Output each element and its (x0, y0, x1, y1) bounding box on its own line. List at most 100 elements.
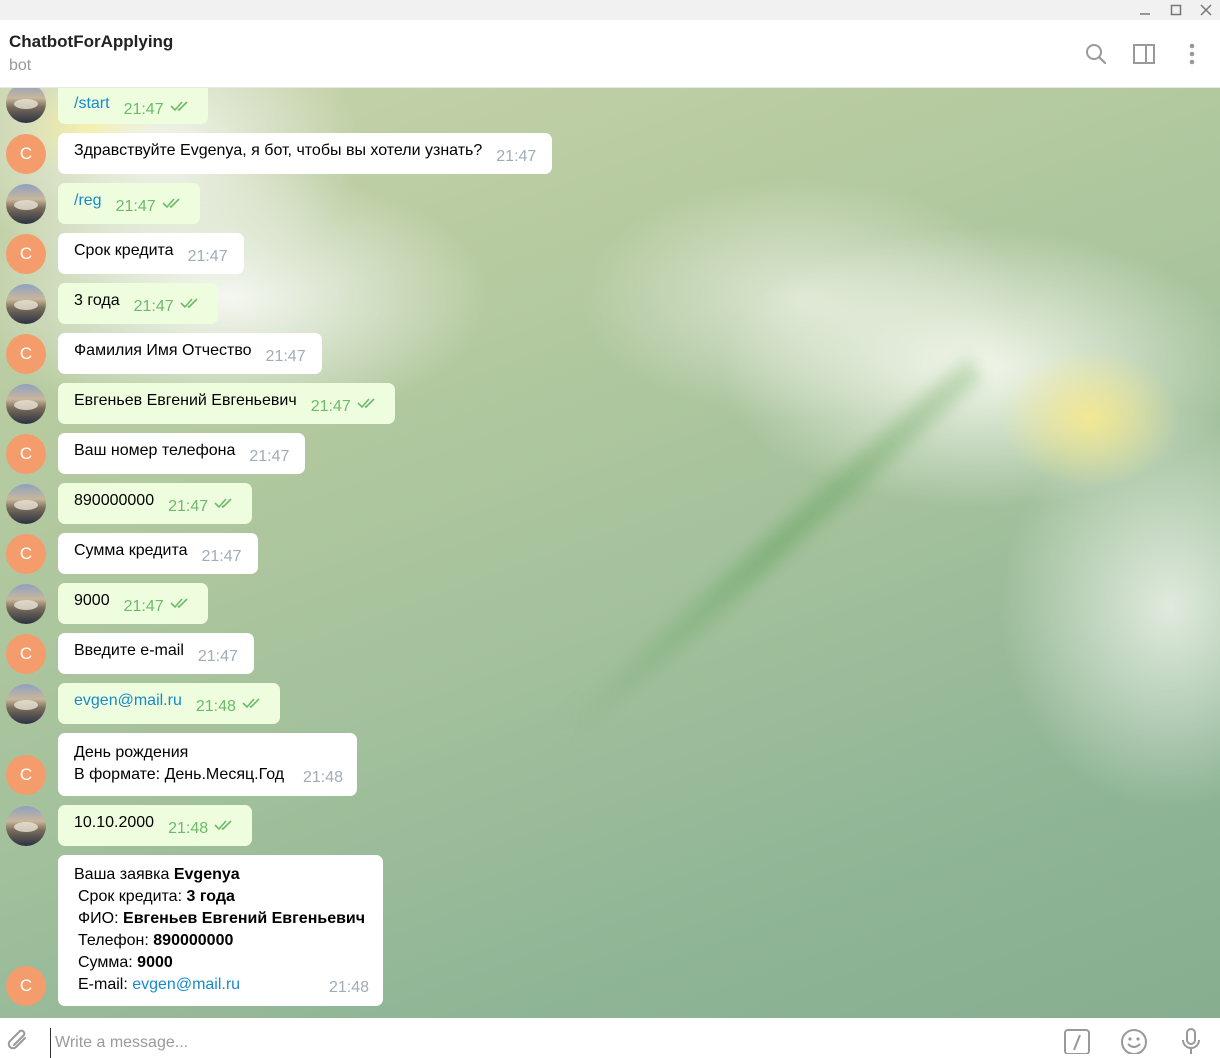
user-avatar[interactable] (6, 284, 46, 324)
message-text[interactable]: /start (74, 95, 110, 112)
emoji-icon[interactable] (1119, 1028, 1149, 1058)
message-time: 21:48 (195, 698, 236, 716)
message-outgoing[interactable]: 10.10.2000 21:48 (58, 805, 253, 846)
message-time: 21:48 (328, 979, 369, 996)
search-icon[interactable] (1082, 40, 1110, 68)
summary-term-value: 3 года (186, 888, 235, 905)
read-checkmarks-icon (357, 396, 379, 414)
summary-email-link[interactable]: evgen@mail.ru (132, 976, 240, 993)
user-avatar[interactable] (6, 184, 46, 224)
message-time: 21:47 (310, 398, 351, 416)
message-incoming[interactable]: Сумма кредита 21:47 (58, 533, 258, 574)
summary-intro: Ваша заявка Evgenya (74, 864, 367, 886)
message-outgoing[interactable]: evgen@mail.ru 21:48 (58, 683, 280, 724)
summary-name: ФИО: Евгеньев Евгений Евгеньевич (74, 908, 367, 930)
attach-icon[interactable] (4, 1028, 34, 1058)
bot-avatar[interactable]: C (6, 334, 46, 374)
bot-avatar-letter: C (19, 444, 33, 463)
message-time: 21:47 (197, 648, 238, 665)
message-text: Срок кредита (74, 242, 174, 259)
summary-intro-label: Ваша заявка (74, 866, 170, 883)
message-time: 21:47 (133, 298, 174, 316)
more-vertical-icon[interactable] (1178, 40, 1206, 68)
message-input-bar (0, 1018, 1220, 1058)
wallpaper-decoration (551, 356, 985, 751)
commands-icon[interactable] (1062, 1028, 1092, 1058)
message-line: В формате: День.Месяц.Год (74, 766, 285, 783)
message-text: Введите e-mail (74, 642, 184, 659)
user-avatar[interactable] (6, 484, 46, 524)
bot-avatar[interactable]: C (6, 134, 46, 174)
message-incoming[interactable]: День рождения В формате: День.Месяц.Год … (58, 733, 357, 796)
read-checkmarks-icon (242, 696, 264, 714)
bot-avatar[interactable]: C (6, 755, 46, 795)
summary-email-label: E-mail: (78, 976, 128, 993)
chat-status: bot (9, 57, 32, 74)
bot-avatar[interactable]: C (6, 434, 46, 474)
summary-amount-label: Сумма: (78, 954, 133, 971)
summary-intro-value: Evgenya (173, 866, 240, 883)
message-text: 10.10.2000 (74, 814, 155, 832)
microphone-icon[interactable] (1176, 1028, 1206, 1058)
bot-avatar-letter: C (19, 765, 33, 784)
read-checkmarks-icon (170, 596, 192, 614)
message-text: 9000 (74, 592, 110, 610)
message-incoming[interactable]: Срок кредита 21:47 (58, 233, 244, 274)
message-outgoing[interactable]: 3 года 21:47 (58, 283, 218, 324)
summary-phone-label: Телефон: (78, 932, 149, 949)
window-titlebar (0, 0, 1220, 20)
application-summary-message[interactable]: Ваша заявка Evgenya Срок кредита: 3 года… (58, 855, 383, 1006)
message-time: 21:47 (187, 248, 228, 265)
message-text: Здравствуйте Evgenya, я бот, чтобы вы хо… (74, 142, 483, 159)
read-checkmarks-icon (214, 496, 236, 514)
user-avatar[interactable] (6, 384, 46, 424)
minimize-icon[interactable] (1134, 0, 1156, 20)
user-avatar[interactable] (6, 88, 46, 123)
message-outgoing[interactable]: Евгеньев Евгений Евгеньевич 21:47 (58, 383, 395, 424)
bot-avatar-letter: C (19, 544, 33, 563)
chat-history[interactable]: /start 21:47 C Здравствуйте Evgenya, я бо… (0, 88, 1220, 1018)
summary-phone-value: 890000000 (153, 932, 234, 949)
message-time: 21:47 (123, 101, 164, 119)
message-outgoing[interactable]: /start 21:47 (58, 88, 208, 124)
email-link[interactable]: evgen@mail.ru (74, 692, 182, 709)
user-avatar[interactable] (6, 684, 46, 724)
bot-avatar-letter: C (19, 244, 33, 263)
bot-avatar[interactable]: C (6, 534, 46, 574)
message-time: 21:48 (302, 769, 343, 786)
user-avatar[interactable] (6, 584, 46, 624)
message-text[interactable]: /reg (74, 192, 102, 209)
message-text: Ваш номер телефона (74, 442, 236, 459)
message-outgoing[interactable]: 890000000 21:47 (58, 483, 253, 524)
message-outgoing[interactable]: 9000 21:47 (58, 583, 208, 624)
message-outgoing[interactable]: /reg 21:47 (58, 183, 200, 224)
user-avatar[interactable] (6, 806, 46, 846)
message-time: 21:47 (201, 548, 242, 565)
summary-phone: Телефон: 890000000 (74, 930, 367, 952)
message-time: 21:48 (168, 820, 209, 838)
sidebar-toggle-icon[interactable] (1130, 40, 1158, 68)
message-input[interactable] (50, 1028, 955, 1058)
bot-avatar[interactable]: C (6, 634, 46, 674)
message-line: День рождения (74, 744, 189, 761)
bot-avatar-letter: C (19, 976, 33, 995)
message-incoming[interactable]: Фамилия Имя Отчество 21:47 (58, 333, 322, 374)
message-time: 21:47 (265, 348, 306, 365)
message-text: Сумма кредита (74, 542, 188, 559)
bot-avatar-letter: C (19, 644, 33, 663)
close-icon[interactable] (1195, 0, 1217, 20)
message-incoming[interactable]: Введите e-mail 21:47 (58, 633, 254, 674)
message-incoming[interactable]: Здравствуйте Evgenya, я бот, чтобы вы хо… (58, 133, 553, 174)
bot-avatar[interactable]: C (6, 966, 46, 1006)
maximize-icon[interactable] (1165, 0, 1187, 20)
message-incoming[interactable]: Ваш номер телефона 21:47 (58, 433, 306, 474)
summary-term: Срок кредита: 3 года (74, 886, 367, 908)
message-text: Евгеньев Евгений Евгеньевич (74, 392, 297, 410)
summary-amount: Сумма: 9000 (74, 952, 367, 974)
chat-title[interactable]: ChatbotForApplying (9, 32, 173, 52)
message-text: 3 года (74, 292, 120, 310)
summary-amount-value: 9000 (137, 954, 173, 971)
message-time: 21:47 (249, 448, 290, 465)
bot-avatar[interactable]: C (6, 234, 46, 274)
message-time: 21:47 (123, 598, 164, 616)
